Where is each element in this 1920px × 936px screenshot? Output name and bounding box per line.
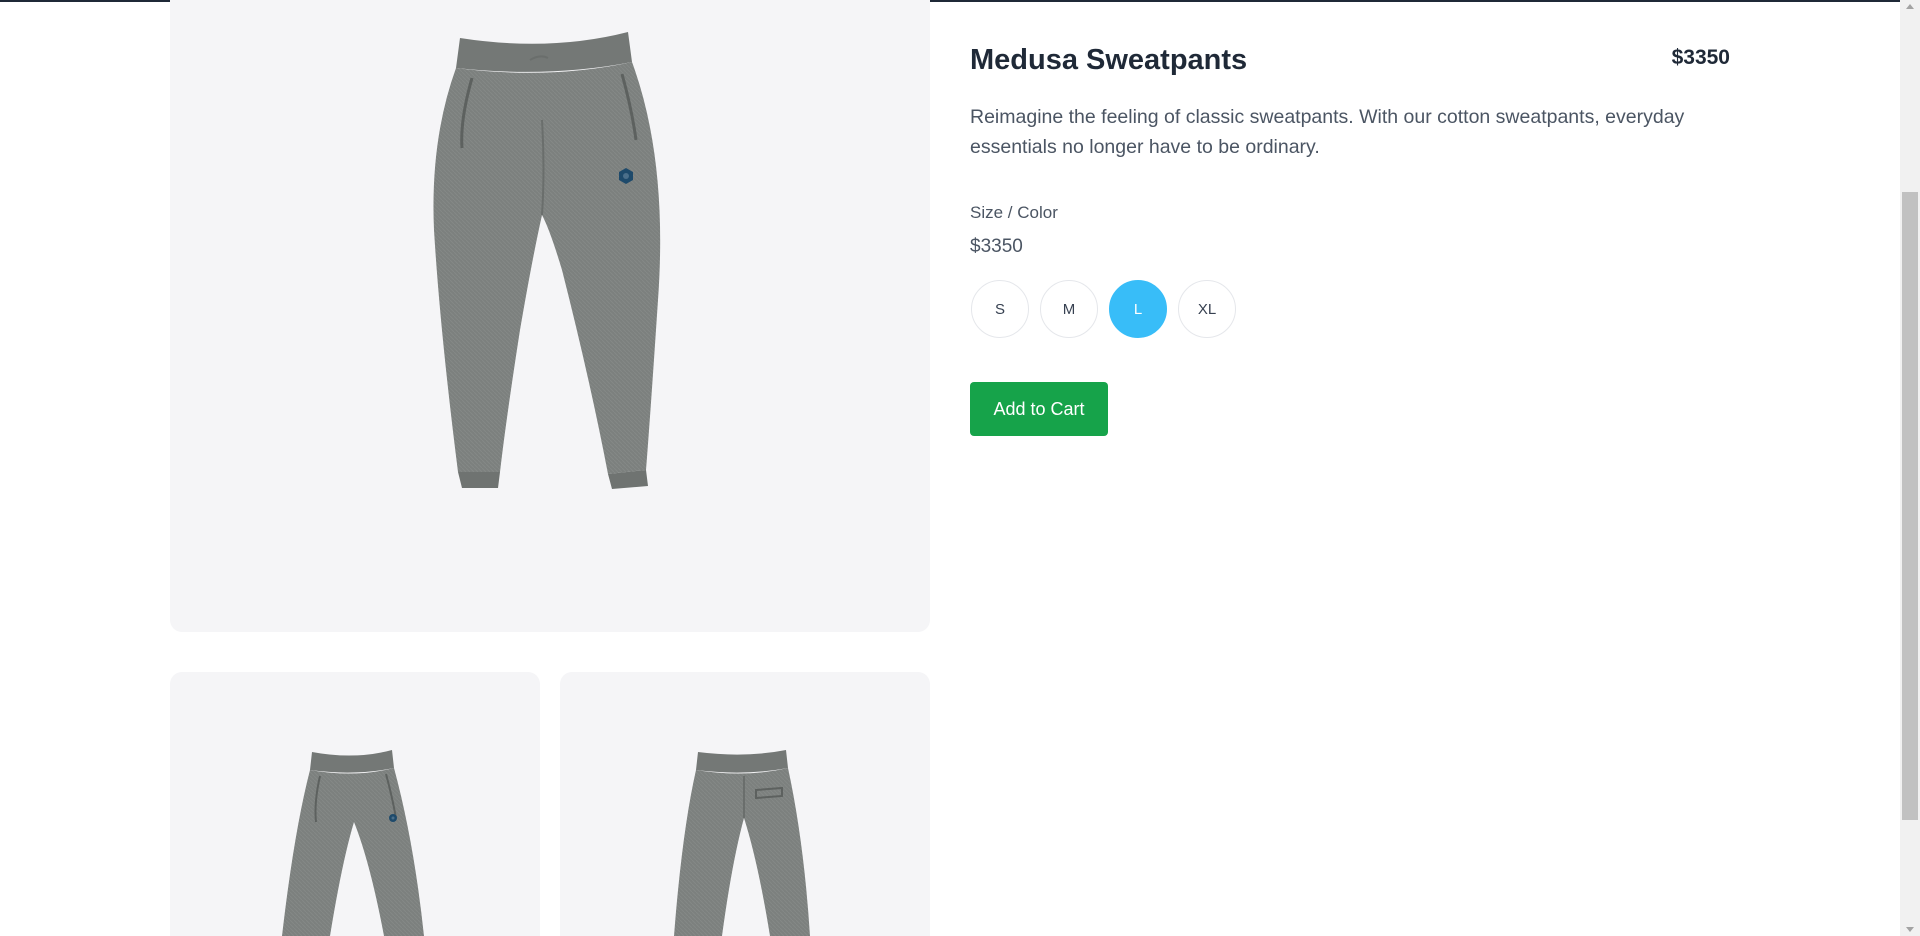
product-title: Medusa Sweatpants: [970, 44, 1248, 76]
scrollbar-thumb[interactable]: [1902, 192, 1918, 820]
sweatpants-front-image: [433, 32, 661, 489]
sweatpants-back-thumbnail: [674, 750, 810, 936]
size-option-xl[interactable]: XL: [1178, 280, 1236, 338]
size-option-s[interactable]: S: [971, 280, 1029, 338]
vertical-scrollbar[interactable]: [1900, 0, 1920, 936]
product-main-image: [170, 0, 930, 632]
scroll-up-arrow-icon[interactable]: [1906, 4, 1914, 9]
product-thumbnail-back[interactable]: [560, 672, 930, 936]
scroll-down-arrow-icon[interactable]: [1906, 927, 1914, 932]
product-price: $3350: [1671, 46, 1730, 69]
product-thumbnail-front[interactable]: [170, 672, 540, 936]
size-selector: S M L XL: [971, 280, 1236, 338]
size-option-l[interactable]: L: [1109, 280, 1167, 338]
variant-price: $3350: [970, 236, 1023, 257]
add-to-cart-button[interactable]: Add to Cart: [970, 382, 1108, 436]
size-option-m[interactable]: M: [1040, 280, 1098, 338]
option-label: Size / Color: [970, 203, 1058, 222]
sweatpants-front-thumbnail: [282, 750, 424, 936]
product-description: Reimagine the feeling of classic sweatpa…: [970, 106, 1685, 158]
